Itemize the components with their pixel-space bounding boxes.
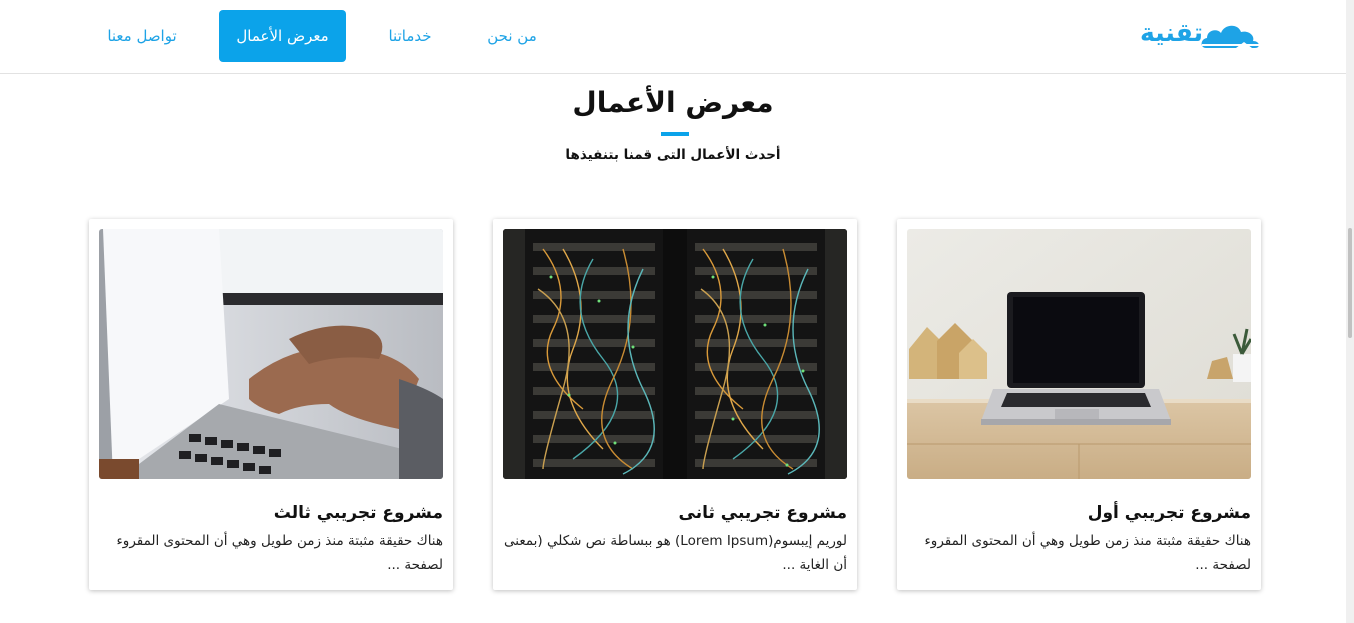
site-header: تقنية من نحن خدماتنا معرض الأعمال تواصل … xyxy=(0,0,1346,74)
card-description: هناك حقيقة مثبتة منذ زمن طويل وهي أن الم… xyxy=(116,533,443,573)
main-nav: من نحن خدماتنا معرض الأعمال تواصل معنا xyxy=(0,10,1346,62)
section-subtitle: أحدث الأعمال التى قمنا بتنفيذها xyxy=(565,147,781,163)
nav-contact[interactable]: تواصل معنا xyxy=(92,10,192,62)
card-title: مشروع تجريبي ثالث xyxy=(273,503,443,523)
card-description: لوريم إيبسوم(Lorem Ipsum) هو ببساطة نص ش… xyxy=(504,533,847,573)
nav-services[interactable]: خدماتنا xyxy=(376,10,444,62)
portfolio-card-3[interactable]: مشروع تجريبي ثالث هناك حقيقة مثبتة منذ ز… xyxy=(89,219,453,590)
section-title: معرض الأعمال xyxy=(572,86,774,119)
page-scrollbar[interactable] xyxy=(1346,0,1354,623)
title-underline xyxy=(661,132,689,136)
card-description: هناك حقيقة مثبتة منذ زمن طويل وهي أن الم… xyxy=(924,533,1251,573)
laptop-on-desk-image xyxy=(907,229,1251,479)
card-title: مشروع تجريبي ثانى xyxy=(678,503,848,523)
card-title: مشروع تجريبي أول xyxy=(1087,503,1251,523)
portfolio-card-2[interactable]: مشروع تجريبي ثانى لوريم إيبسوم(Lorem Ips… xyxy=(493,219,857,590)
scrollbar-thumb[interactable] xyxy=(1348,228,1352,338)
portfolio-card-1[interactable]: مشروع تجريبي أول هناك حقيقة مثبتة منذ زم… xyxy=(897,219,1261,590)
hands-typing-image xyxy=(99,229,443,479)
server-rack-image xyxy=(503,229,847,479)
nav-about[interactable]: من نحن xyxy=(476,10,548,62)
nav-portfolio[interactable]: معرض الأعمال xyxy=(219,10,346,62)
